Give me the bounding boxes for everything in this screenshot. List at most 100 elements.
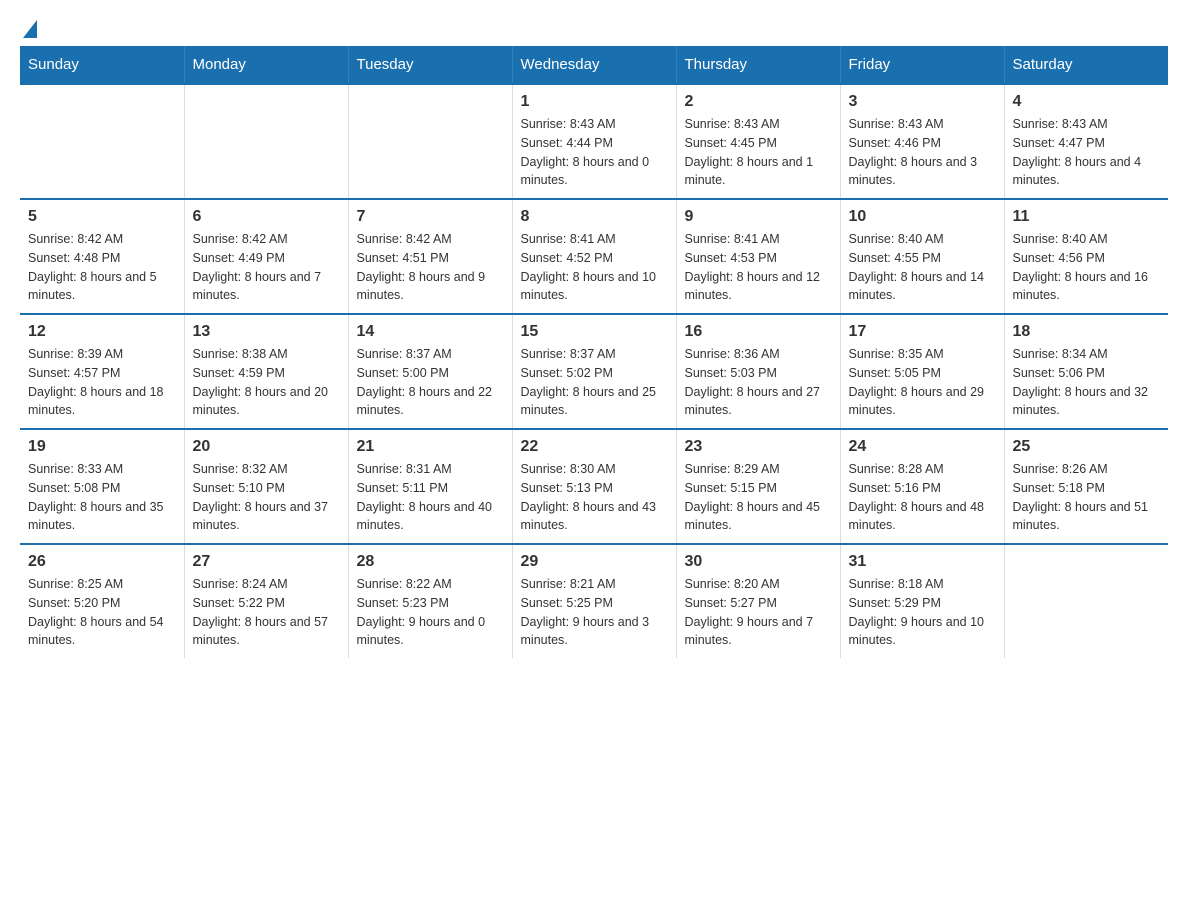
calendar-cell: 30 Sunrise: 8:20 AMSunset: 5:27 PMDayligh… [676,544,840,658]
day-info: Sunrise: 8:34 AMSunset: 5:06 PMDaylight:… [1013,345,1161,420]
page-header [20,20,1168,36]
day-number: 13 [193,323,340,341]
calendar-cell: 24 Sunrise: 8:28 AMSunset: 5:16 PMDayligh… [840,429,1004,544]
day-number: 25 [1013,438,1161,456]
day-info: Sunrise: 8:39 AMSunset: 4:57 PMDaylight:… [28,345,176,420]
day-number: 19 [28,438,176,456]
day-info: Sunrise: 8:18 AMSunset: 5:29 PMDaylight:… [849,575,996,650]
calendar-cell: 5 Sunrise: 8:42 AMSunset: 4:48 PMDaylight… [20,199,184,314]
weekday-header-friday: Friday [840,46,1004,84]
day-info: Sunrise: 8:42 AMSunset: 4:48 PMDaylight:… [28,230,176,305]
calendar-cell: 29 Sunrise: 8:21 AMSunset: 5:25 PMDayligh… [512,544,676,658]
calendar-week-1: 1 Sunrise: 8:43 AMSunset: 4:44 PMDaylight… [20,84,1168,199]
calendar-header-row: SundayMondayTuesdayWednesdayThursdayFrid… [20,46,1168,84]
calendar-week-5: 26Sunrise: 8:25 AMSunset: 5:20 PMDayligh… [20,544,1168,658]
calendar-cell: 10 Sunrise: 8:40 AMSunset: 4:55 PMDayligh… [840,199,1004,314]
calendar-cell: 21Sunrise: 8:31 AMSunset: 5:11 PMDayligh… [348,429,512,544]
calendar-cell: 11 Sunrise: 8:40 AMSunset: 4:56 PMDayligh… [1004,199,1168,314]
weekday-header-saturday: Saturday [1004,46,1168,84]
day-info: Sunrise: 8:24 AMSunset: 5:22 PMDaylight:… [193,575,340,650]
calendar-cell: 8 Sunrise: 8:41 AMSunset: 4:52 PMDaylight… [512,199,676,314]
weekday-header-wednesday: Wednesday [512,46,676,84]
calendar-cell: 4 Sunrise: 8:43 AMSunset: 4:47 PMDaylight… [1004,84,1168,199]
day-info: Sunrise: 8:35 AMSunset: 5:05 PMDaylight:… [849,345,996,420]
day-number: 31 [849,553,996,571]
calendar-cell: 6 Sunrise: 8:42 AMSunset: 4:49 PMDaylight… [184,199,348,314]
day-info: Sunrise: 8:37 AMSunset: 5:02 PMDaylight:… [521,345,668,420]
day-number: 6 [193,208,340,226]
day-info: Sunrise: 8:20 AMSunset: 5:27 PMDaylight:… [685,575,832,650]
calendar-cell: 26Sunrise: 8:25 AMSunset: 5:20 PMDayligh… [20,544,184,658]
day-number: 27 [193,553,340,571]
calendar-cell: 14 Sunrise: 8:37 AMSunset: 5:00 PMDayligh… [348,314,512,429]
day-info: Sunrise: 8:33 AMSunset: 5:08 PMDaylight:… [28,460,176,535]
calendar-cell: 3 Sunrise: 8:43 AMSunset: 4:46 PMDaylight… [840,84,1004,199]
day-number: 24 [849,438,996,456]
calendar-cell: 28 Sunrise: 8:22 AMSunset: 5:23 PMDayligh… [348,544,512,658]
calendar-cell [184,84,348,199]
calendar-cell [348,84,512,199]
day-info: Sunrise: 8:29 AMSunset: 5:15 PMDaylight:… [685,460,832,535]
day-info: Sunrise: 8:42 AMSunset: 4:51 PMDaylight:… [357,230,504,305]
day-number: 26 [28,553,176,571]
weekday-header-sunday: Sunday [20,46,184,84]
day-number: 17 [849,323,996,341]
day-number: 9 [685,208,832,226]
calendar-cell: 1 Sunrise: 8:43 AMSunset: 4:44 PMDaylight… [512,84,676,199]
logo [20,20,37,36]
calendar-cell: 15 Sunrise: 8:37 AMSunset: 5:02 PMDayligh… [512,314,676,429]
calendar-week-2: 5 Sunrise: 8:42 AMSunset: 4:48 PMDaylight… [20,199,1168,314]
day-info: Sunrise: 8:36 AMSunset: 5:03 PMDaylight:… [685,345,832,420]
weekday-header-monday: Monday [184,46,348,84]
day-info: Sunrise: 8:22 AMSunset: 5:23 PMDaylight:… [357,575,504,650]
day-number: 16 [685,323,832,341]
calendar-cell: 17 Sunrise: 8:35 AMSunset: 5:05 PMDayligh… [840,314,1004,429]
day-info: Sunrise: 8:31 AMSunset: 5:11 PMDaylight:… [357,460,504,535]
day-info: Sunrise: 8:43 AMSunset: 4:47 PMDaylight:… [1013,115,1161,190]
day-info: Sunrise: 8:40 AMSunset: 4:56 PMDaylight:… [1013,230,1161,305]
calendar-cell: 16 Sunrise: 8:36 AMSunset: 5:03 PMDayligh… [676,314,840,429]
day-number: 18 [1013,323,1161,341]
day-number: 28 [357,553,504,571]
calendar-cell: 13 Sunrise: 8:38 AMSunset: 4:59 PMDayligh… [184,314,348,429]
day-info: Sunrise: 8:38 AMSunset: 4:59 PMDaylight:… [193,345,340,420]
day-info: Sunrise: 8:28 AMSunset: 5:16 PMDaylight:… [849,460,996,535]
day-number: 1 [521,93,668,111]
day-number: 5 [28,208,176,226]
calendar-cell: 7Sunrise: 8:42 AMSunset: 4:51 PMDaylight… [348,199,512,314]
day-info: Sunrise: 8:21 AMSunset: 5:25 PMDaylight:… [521,575,668,650]
calendar-table: SundayMondayTuesdayWednesdayThursdayFrid… [20,46,1168,658]
calendar-cell: 23Sunrise: 8:29 AMSunset: 5:15 PMDayligh… [676,429,840,544]
day-info: Sunrise: 8:37 AMSunset: 5:00 PMDaylight:… [357,345,504,420]
day-number: 10 [849,208,996,226]
day-info: Sunrise: 8:40 AMSunset: 4:55 PMDaylight:… [849,230,996,305]
day-number: 14 [357,323,504,341]
day-number: 8 [521,208,668,226]
calendar-cell: 2Sunrise: 8:43 AMSunset: 4:45 PMDaylight… [676,84,840,199]
day-number: 30 [685,553,832,571]
day-info: Sunrise: 8:43 AMSunset: 4:46 PMDaylight:… [849,115,996,190]
day-number: 12 [28,323,176,341]
calendar-cell [1004,544,1168,658]
calendar-cell: 20 Sunrise: 8:32 AMSunset: 5:10 PMDayligh… [184,429,348,544]
calendar-cell: 12 Sunrise: 8:39 AMSunset: 4:57 PMDayligh… [20,314,184,429]
logo-triangle-icon [23,20,37,38]
day-number: 29 [521,553,668,571]
calendar-cell: 31 Sunrise: 8:18 AMSunset: 5:29 PMDayligh… [840,544,1004,658]
day-number: 4 [1013,93,1161,111]
calendar-cell: 9Sunrise: 8:41 AMSunset: 4:53 PMDaylight… [676,199,840,314]
day-info: Sunrise: 8:43 AMSunset: 4:45 PMDaylight:… [685,115,832,190]
day-info: Sunrise: 8:43 AMSunset: 4:44 PMDaylight:… [521,115,668,190]
day-info: Sunrise: 8:41 AMSunset: 4:52 PMDaylight:… [521,230,668,305]
day-number: 11 [1013,208,1161,226]
day-number: 20 [193,438,340,456]
calendar-week-3: 12 Sunrise: 8:39 AMSunset: 4:57 PMDayligh… [20,314,1168,429]
day-info: Sunrise: 8:26 AMSunset: 5:18 PMDaylight:… [1013,460,1161,535]
day-info: Sunrise: 8:42 AMSunset: 4:49 PMDaylight:… [193,230,340,305]
day-number: 15 [521,323,668,341]
day-info: Sunrise: 8:32 AMSunset: 5:10 PMDaylight:… [193,460,340,535]
calendar-week-4: 19 Sunrise: 8:33 AMSunset: 5:08 PMDayligh… [20,429,1168,544]
day-number: 3 [849,93,996,111]
weekday-header-tuesday: Tuesday [348,46,512,84]
day-number: 22 [521,438,668,456]
